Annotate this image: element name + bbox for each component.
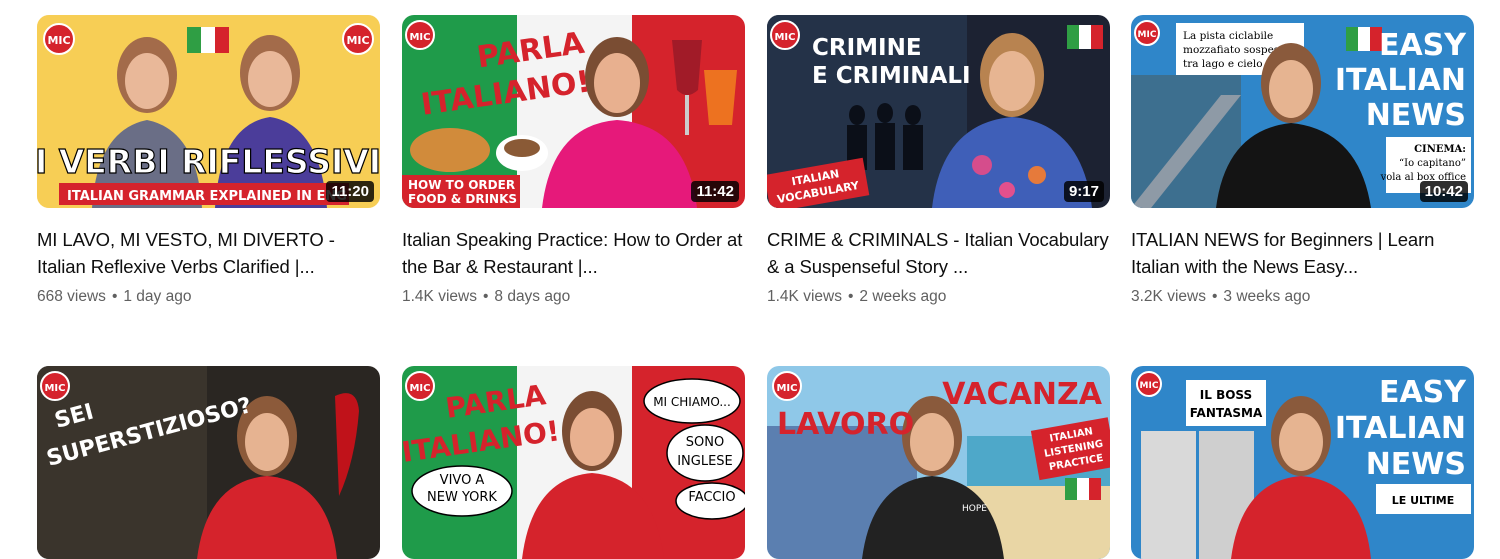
news-caption: “Io capitano” [1399,158,1466,169]
video-duration: 11:42 [691,181,739,202]
thumbnail-art: PARLA ITALIANO! MI CHIAMO... SONO INGLES… [402,366,745,559]
speech-bubble-text: MI CHIAMO... [653,395,731,409]
mic-logo-icon: MIC [346,34,369,47]
video-thumbnail[interactable]: PARLA ITALIANO! MI CHIAMO... SONO INGLES… [402,366,745,559]
speech-bubble-text: VIVO A [440,473,485,488]
video-thumbnail[interactable]: HOPE LAVORO VACANZA ITALIAN LISTENING PR… [767,366,1110,559]
video-card[interactable]: I VERBI RIFLESSIVI ITALIAN GRAMMAR EXPLA… [37,15,380,306]
thumbnail-headline: ITALIAN [1335,411,1466,446]
thumbnail-headline: E CRIMINALI [812,63,971,89]
mic-logo-icon: MIC [1138,30,1157,40]
upload-age: 1 day ago [123,288,192,305]
thumbnail-art: CRIMINE E CRIMINALI ITALIAN VOCABULARY M… [767,15,1110,208]
video-card[interactable]: PARLA ITALIANO! HOW TO ORDER FOOD & DRIN… [402,15,745,306]
video-card[interactable]: HOPE LAVORO VACANZA ITALIAN LISTENING PR… [767,366,1110,559]
video-thumbnail[interactable]: CRIMINE E CRIMINALI ITALIAN VOCABULARY M… [767,15,1110,208]
mic-logo-icon: MIC [409,32,430,43]
thumbnail-subline: ITALIAN GRAMMAR EXPLAINED IN ENG [67,189,347,204]
thumbnail-headline: I VERBI RIFLESSIVI [37,142,380,181]
speech-bubble-text: SONO [686,435,724,450]
thumbnail-subline: HOW TO ORDER [408,178,515,192]
thumbnail-headline: NEWS [1366,447,1466,482]
thumbnail-headline: VACANZA [942,377,1102,412]
thumbnail-art: SEI SUPERSTIZIOSO? MIC [37,366,380,559]
thumbnail-art: La pista ciclabile mozzafiato sospes tra… [1131,15,1474,208]
mic-logo-icon: MIC [409,383,430,394]
video-card[interactable]: CRIMINE E CRIMINALI ITALIAN VOCABULARY M… [767,15,1110,306]
video-duration: 10:42 [1419,181,1468,202]
video-thumbnail[interactable]: IL BOSS FANTASMA EASY ITALIAN NEWS LE UL… [1131,366,1474,559]
upload-age: 2 weeks ago [859,288,947,305]
news-caption: FANTASMA [1190,406,1263,420]
news-caption: LE ULTIME [1392,494,1455,507]
thumbnail-headline: LAVORO [777,407,914,442]
separator-dot: • [1211,288,1218,305]
news-caption: mozzafiato sospes [1183,44,1279,56]
news-caption: CINEMA: [1414,144,1466,155]
video-card[interactable]: PARLA ITALIANO! MI CHIAMO... SONO INGLES… [402,366,745,559]
separator-dot: • [111,288,118,305]
thumbnail-art: I VERBI RIFLESSIVI ITALIAN GRAMMAR EXPLA… [37,15,380,208]
thumbnail-headline: EASY [1379,28,1467,63]
upload-age: 3 weeks ago [1223,288,1311,305]
thumbnail-art: PARLA ITALIANO! HOW TO ORDER FOOD & DRIN… [402,15,745,208]
speech-bubble-text: NEW YORK [427,490,497,505]
view-count: 1.4K views [402,288,477,305]
video-title[interactable]: MI LAVO, MI VESTO, MI DIVERTO - Italian … [37,226,380,280]
video-card[interactable]: La pista ciclabile mozzafiato sospes tra… [1131,15,1474,306]
mic-logo-icon: MIC [1140,381,1159,391]
separator-dot: • [482,288,489,305]
video-duration: 9:17 [1063,181,1104,202]
video-card[interactable]: IL BOSS FANTASMA EASY ITALIAN NEWS LE UL… [1131,366,1474,559]
video-duration: 11:20 [326,181,374,202]
thumbnail-subline: FOOD & DRINKS [408,192,517,206]
video-title[interactable]: Italian Speaking Practice: How to Order … [402,226,745,280]
news-caption: IL BOSS [1200,388,1252,402]
shirt-print: HOPE [962,504,987,514]
video-metadata: 668 views • 1 day ago [37,288,380,306]
thumbnail-art: HOPE LAVORO VACANZA ITALIAN LISTENING PR… [767,366,1110,559]
thumbnail-headline: CRIMINE [812,35,922,61]
video-metadata: 3.2K views • 3 weeks ago [1131,288,1474,306]
thumbnail-headline: NEWS [1366,98,1466,133]
news-caption: La pista ciclabile [1183,30,1273,42]
video-title[interactable]: ITALIAN NEWS for Beginners | Learn Itali… [1131,226,1474,280]
mic-logo-icon: MIC [44,383,65,394]
video-title[interactable]: CRIME & CRIMINALS - Italian Vocabulary &… [767,226,1110,280]
view-count: 1.4K views [767,288,842,305]
speech-bubble-text: INGLESE [677,454,733,469]
mic-logo-icon: MIC [776,383,797,394]
video-metadata: 1.4K views • 2 weeks ago [767,288,1110,306]
video-metadata: 1.4K views • 8 days ago [402,288,745,306]
mic-logo-icon: MIC [774,32,795,43]
thumbnail-headline: ITALIAN [1335,63,1466,98]
mic-logo-icon: MIC [47,34,70,47]
video-thumbnail[interactable]: La pista ciclabile mozzafiato sospes tra… [1131,15,1474,208]
video-thumbnail[interactable]: SEI SUPERSTIZIOSO? MIC [37,366,380,559]
separator-dot: • [847,288,854,305]
thumbnail-headline: EASY [1379,375,1467,410]
news-caption: tra lago e cielo [1183,58,1263,70]
thumbnail-art: IL BOSS FANTASMA EASY ITALIAN NEWS LE UL… [1131,366,1474,559]
speech-bubble-text: FACCIO [688,490,735,505]
video-thumbnail[interactable]: PARLA ITALIANO! HOW TO ORDER FOOD & DRIN… [402,15,745,208]
upload-age: 8 days ago [494,288,571,305]
video-thumbnail[interactable]: I VERBI RIFLESSIVI ITALIAN GRAMMAR EXPLA… [37,15,380,208]
view-count: 3.2K views [1131,288,1206,305]
video-card[interactable]: SEI SUPERSTIZIOSO? MIC [37,366,380,559]
view-count: 668 views [37,288,106,305]
